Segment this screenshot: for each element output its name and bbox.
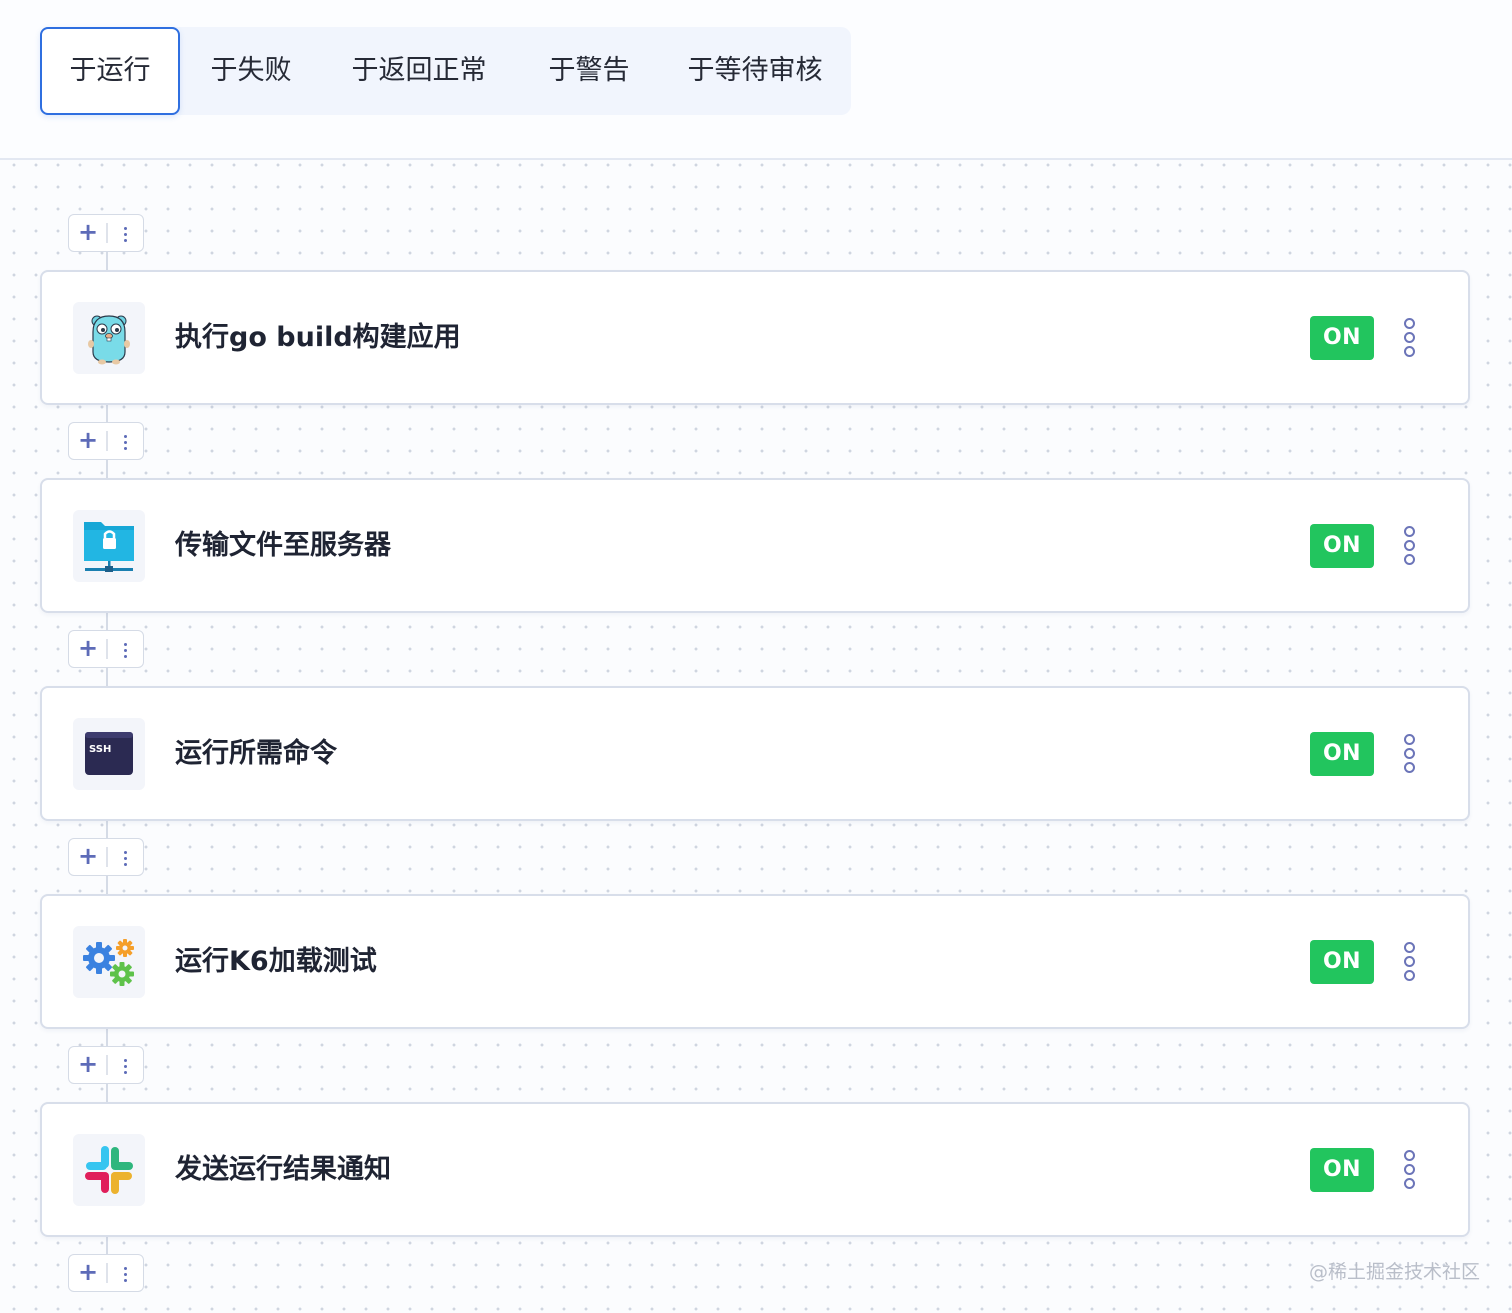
more-options-icon[interactable] bbox=[1398, 1148, 1422, 1192]
add-step-menu-icon[interactable] bbox=[107, 215, 143, 250]
tab-on-return-normal[interactable]: 于返回正常 bbox=[336, 27, 502, 115]
step-toggle[interactable]: ON bbox=[1310, 732, 1374, 776]
watermark: @稀土掘金技术社区 bbox=[1308, 1261, 1480, 1283]
tab-on-failure[interactable]: 于失败 bbox=[196, 27, 306, 115]
step-card-run-commands[interactable]: SSH 运行所需命令 ON bbox=[40, 686, 1470, 821]
trigger-tabs: 于运行 于失败 于返回正常 于警告 于等待审核 bbox=[40, 27, 851, 115]
add-step-menu-icon[interactable] bbox=[107, 631, 143, 666]
step-toggle[interactable]: ON bbox=[1310, 316, 1374, 360]
step-card-transfer-files[interactable]: 传输文件至服务器 ON bbox=[40, 478, 1470, 613]
add-step-menu-icon[interactable] bbox=[107, 1047, 143, 1082]
step-title: 传输文件至服务器 bbox=[175, 530, 391, 561]
tab-on-pending-review[interactable]: 于等待审核 bbox=[672, 27, 838, 115]
more-options-icon[interactable] bbox=[1398, 524, 1422, 568]
add-step-button[interactable]: + bbox=[69, 1255, 107, 1290]
slack-icon bbox=[73, 1134, 145, 1206]
step-title: 执行go build构建应用 bbox=[175, 322, 461, 353]
add-step-bar: + bbox=[68, 422, 144, 460]
step-title: 运行所需命令 bbox=[175, 738, 337, 769]
add-step-bar: + bbox=[68, 630, 144, 668]
step-toggle[interactable]: ON bbox=[1310, 940, 1374, 984]
connector-line bbox=[106, 1236, 108, 1256]
add-step-button[interactable]: + bbox=[69, 423, 107, 458]
gopher-icon bbox=[73, 302, 145, 374]
more-options-icon[interactable] bbox=[1398, 732, 1422, 776]
add-step-button[interactable]: + bbox=[69, 631, 107, 666]
step-toggle[interactable]: ON bbox=[1310, 524, 1374, 568]
add-step-button[interactable]: + bbox=[69, 839, 107, 874]
step-title: 运行K6加载测试 bbox=[175, 946, 377, 977]
ssh-label: SSH bbox=[89, 744, 111, 755]
more-options-icon[interactable] bbox=[1398, 940, 1422, 984]
add-step-bar: + bbox=[68, 214, 144, 252]
more-options-icon[interactable] bbox=[1398, 316, 1422, 360]
gears-icon bbox=[73, 926, 145, 998]
ssh-icon: SSH bbox=[73, 718, 145, 790]
trigger-tab-bar: 于运行 于失败 于返回正常 于警告 于等待审核 bbox=[0, 0, 1512, 160]
sftp-icon bbox=[73, 510, 145, 582]
add-step-bar: + bbox=[68, 1254, 144, 1292]
step-toggle[interactable]: ON bbox=[1310, 1148, 1374, 1192]
connector-line bbox=[106, 251, 108, 271]
step-title: 发送运行结果通知 bbox=[175, 1154, 391, 1185]
step-card-k6-load-test[interactable]: 运行K6加载测试 ON bbox=[40, 894, 1470, 1029]
add-step-menu-icon[interactable] bbox=[107, 423, 143, 458]
step-card-go-build[interactable]: 执行go build构建应用 ON bbox=[40, 270, 1470, 405]
add-step-menu-icon[interactable] bbox=[107, 839, 143, 874]
add-step-menu-icon[interactable] bbox=[107, 1255, 143, 1290]
add-step-bar: + bbox=[68, 838, 144, 876]
add-step-bar: + bbox=[68, 1046, 144, 1084]
step-card-send-notification[interactable]: 发送运行结果通知 ON bbox=[40, 1102, 1470, 1237]
add-step-button[interactable]: + bbox=[69, 1047, 107, 1082]
tab-on-warning[interactable]: 于警告 bbox=[534, 27, 644, 115]
tab-on-run[interactable]: 于运行 bbox=[40, 27, 180, 115]
add-step-button[interactable]: + bbox=[69, 215, 107, 250]
